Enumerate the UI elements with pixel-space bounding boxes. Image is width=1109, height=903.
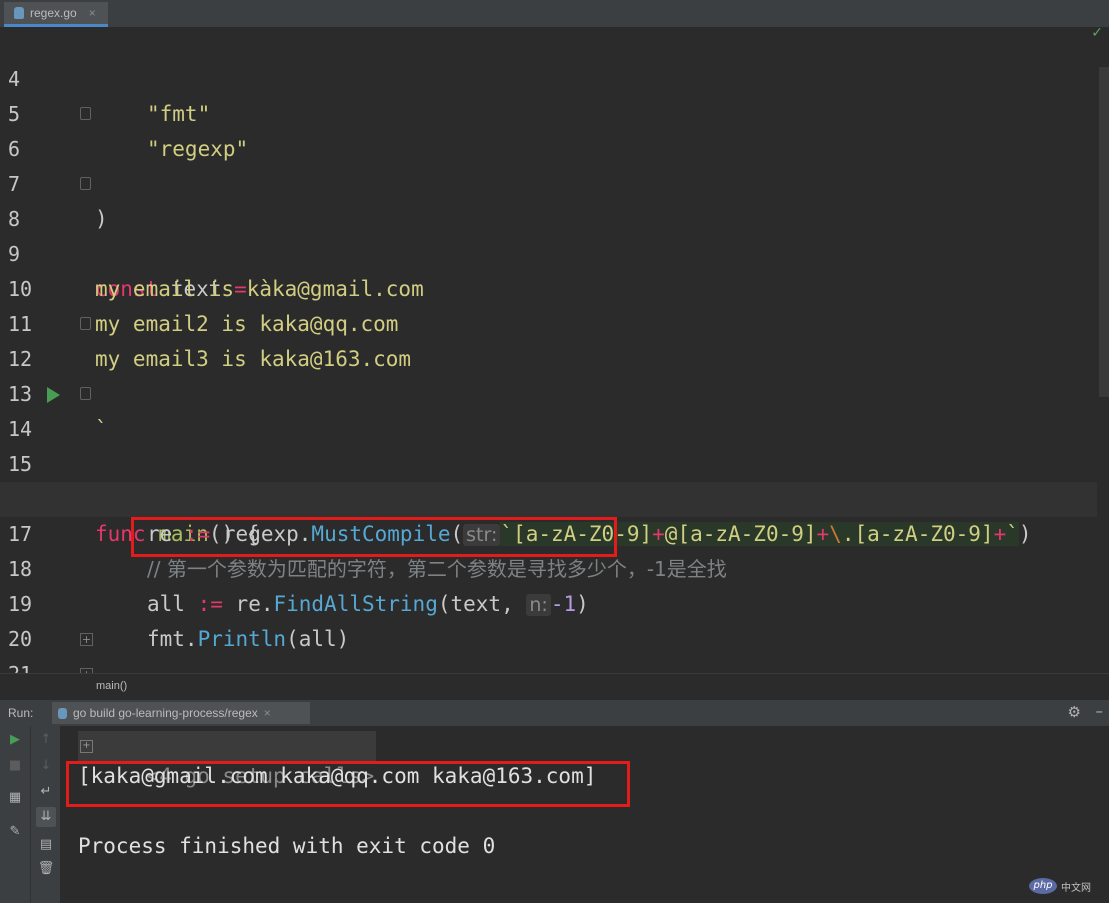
code-line: 5 "regexp" [0,62,1097,161]
fold-end-icon[interactable] [80,317,91,330]
code-line: 8 const text = ` [0,167,1097,301]
code-line: 21 + /*...*/ [0,622,1097,673]
code-line: 24 + /*...*/ [0,657,1097,673]
code-line: 13 [0,342,1097,406]
code-line: 19 fmt.Println(all) [0,552,1097,651]
code-line: 16 re := regexp.MustCompile(str:`[a-zA-Z… [0,447,1097,546]
tab-regex-go[interactable]: regex.go × [4,2,108,27]
up-arrow-icon[interactable]: ↑ [36,730,56,750]
rerun-icon[interactable]: ▶ [5,730,25,750]
code-line: 10 my email2 is kaka@qq.com [0,237,1097,336]
minimize-icon[interactable]: – [1096,702,1104,720]
code-line: 11 my email3 is kaka@163.com [0,272,1097,371]
breadcrumb-bar: main() [0,673,1109,700]
console-output[interactable]: + <4 go setup calls> [kaka@gmail.com kaka… [60,726,1109,903]
run-gutter-icon[interactable] [47,387,60,403]
print-icon[interactable]: ▤ [36,835,56,855]
code-line: 12 ` [0,307,1097,441]
gear-icon[interactable]: ⚙ [1068,703,1081,721]
layout-icon[interactable]: ▦ [5,788,25,808]
go-file-icon [14,7,24,19]
code-line: 4 "fmt" [0,27,1097,126]
fold-end-icon[interactable] [80,107,91,120]
down-arrow-icon[interactable]: ↓ [36,756,56,776]
tab-label: regex.go [30,6,77,20]
go-build-icon [58,707,67,719]
trash-icon[interactable]: 🗑 [36,859,56,879]
run-label: Run: [8,706,34,720]
run-toolbar: ▶ ■ ▦ ✎ [0,726,30,903]
fold-start-icon[interactable] [80,387,91,400]
fold-start-icon[interactable] [80,177,91,190]
highlight-box-output [66,761,630,807]
run-tab-label: go build go-learning-process/regex [73,706,258,720]
code-line: 9 my email is kaka@gmail.com [0,202,1097,301]
code-line: 14 func main() { [0,377,1097,546]
watermark: php 中文网 [1029,878,1091,894]
expand-icon[interactable]: + [80,740,93,753]
console-toolbar: ↑ ↓ ↵ ⇊ ▤ 🗑 [30,726,61,903]
highlight-box-code [131,517,617,557]
soft-wrap-icon[interactable]: ↵ [36,782,56,802]
run-tab[interactable]: go build go-learning-process/regex × [52,702,310,724]
editor-scrollbar[interactable] [1099,67,1109,397]
pin-icon[interactable]: ✎ [5,822,25,842]
run-panel-header: Run: go build go-learning-process/regex … [0,699,1109,727]
expand-fold-icon[interactable]: + [80,633,93,646]
setup-calls-fold[interactable]: + <4 go setup calls> [78,731,377,788]
process-finished-line: Process finished with exit code 0 [78,834,496,858]
close-icon[interactable]: × [264,706,271,720]
watermark-text: 中文网 [1061,882,1091,894]
stop-icon[interactable]: ■ [5,756,25,776]
editor-tab-bar: regex.go × [0,0,1109,28]
breadcrumb[interactable]: main() [96,680,127,692]
code-line: 6 ) [0,97,1097,231]
php-logo: php [1029,878,1057,894]
code-line: 15 [0,412,1097,476]
code-line-current: 17 // 第一个参数为匹配的字符，第二个参数是寻找多少个，-1是全找 [0,482,1097,581]
scroll-to-end-icon[interactable]: ⇊ [36,807,56,827]
code-editor[interactable]: ✓ 4 "fmt" 5 "regexp" 6 ) 7 8 const text … [0,27,1109,673]
close-icon[interactable]: × [89,6,96,20]
code-line: 20 [0,587,1097,651]
code-line: 7 [0,132,1097,196]
